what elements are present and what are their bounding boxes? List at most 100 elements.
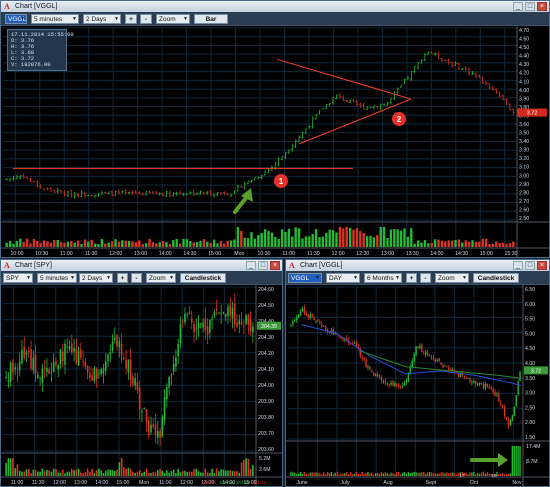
- daily-chart-area[interactable]: 6.50 6.00 5.50 5.00 4.50 4.00 3.50 3.00 2.50 2.00…: [286, 285, 549, 486]
- top-chart-type-button[interactable]: Bar: [194, 14, 228, 24]
- daily-price-chart[interactable]: 6.50 6.00 5.50 5.00 4.50 4.00 3.50 3.00 2.50 2.00…: [286, 285, 549, 487]
- candle-body: [236, 322, 238, 327]
- volume-bar: [321, 236, 325, 247]
- volume-bar: [486, 472, 488, 476]
- minimize-icon[interactable]: _: [513, 261, 523, 270]
- time-axis-label: 10:30: [258, 251, 271, 257]
- daily-chart-type-button[interactable]: Candlestick: [473, 273, 519, 283]
- spy-price-chart[interactable]: 204.60204.50204.40204.30204.20204.10204.…: [1, 285, 282, 487]
- volume-bar: [23, 471, 26, 476]
- daily-zoom-select[interactable]: Zoom: [435, 273, 469, 283]
- volume-bar: [317, 472, 319, 476]
- top-interval-select[interactable]: 5 minutes: [31, 14, 79, 24]
- daily-zoom-out-button[interactable]: -: [420, 273, 431, 283]
- candle-body: [299, 311, 302, 316]
- maximize-icon[interactable]: □: [525, 261, 535, 270]
- price-axis-label: 4.20: [519, 71, 529, 77]
- annotation-label-2: 2: [397, 115, 402, 124]
- top-range-select[interactable]: 2 Days: [83, 14, 121, 24]
- volume-bar: [189, 240, 192, 247]
- candle-body: [70, 343, 73, 353]
- last-price-label: 204.39: [261, 324, 277, 330]
- spy-zoom-out-button[interactable]: -: [131, 273, 142, 283]
- price-axis-label: 204.20: [258, 351, 274, 357]
- top-symbol-select[interactable]: VGGL: [5, 14, 27, 24]
- price-axis-label: 2.60: [519, 207, 529, 213]
- price-axis-label: 3.30: [519, 148, 529, 154]
- volume-bar: [59, 242, 63, 247]
- maximize-icon[interactable]: □: [525, 2, 535, 11]
- spy-interval-select[interactable]: 5 minutes: [37, 273, 77, 283]
- volume-bar: [455, 474, 458, 476]
- close-icon[interactable]: ×: [537, 2, 547, 11]
- maximize-icon[interactable]: □: [258, 261, 268, 270]
- top-chart-area[interactable]: 4.70 4.60 4.50 4.40 4.30 4.20 4.10 4.00 3.90 3.80…: [1, 26, 549, 257]
- volume-bar: [29, 243, 32, 247]
- top-zoom-out-button[interactable]: -: [140, 14, 152, 24]
- daily-interval-select[interactable]: DAY: [326, 273, 360, 283]
- volume-bar: [301, 473, 304, 476]
- volume-bar: [98, 468, 100, 476]
- candle-body: [448, 367, 450, 370]
- annotation-label-1: 1: [279, 177, 284, 186]
- close-icon[interactable]: ×: [537, 261, 547, 270]
- daily-toolbar: VGGL DAY 6 Months + - Zoom Candlestick: [286, 271, 549, 285]
- spy-chart-type-button[interactable]: Candlestick: [180, 273, 226, 283]
- candle-body: [52, 361, 55, 373]
- spy-titlebar[interactable]: A Chart [SPY] _ □ ×: [1, 260, 282, 271]
- candle-body: [463, 376, 465, 378]
- volume-bar: [12, 458, 14, 476]
- volume-bar: [138, 470, 141, 476]
- price-axis-label: 204.30: [258, 335, 274, 341]
- date-label: 16: [491, 473, 497, 479]
- volume-bar: [9, 458, 12, 476]
- volume-bar: [197, 471, 200, 476]
- date-label: 17: [459, 473, 465, 479]
- time-axis-label: Mon: [234, 251, 244, 257]
- volume-bar: [348, 227, 352, 247]
- candle-body: [129, 359, 132, 380]
- candle-body: [159, 431, 161, 438]
- daily-zoom-in-button[interactable]: +: [406, 273, 417, 283]
- candle-body: [409, 366, 411, 373]
- minimize-icon[interactable]: _: [513, 2, 523, 11]
- volume-bar: [423, 239, 427, 247]
- top-zoom-select[interactable]: Zoom: [156, 14, 190, 24]
- spy-zoom-in-button[interactable]: +: [117, 273, 128, 283]
- volume-bar: [311, 234, 314, 247]
- ohlc-info-box: 17.11.2014 15:55:00 O: 3.76 H: 3.76 L: 3…: [7, 29, 74, 71]
- candle-body: [425, 351, 427, 355]
- daily-range-select[interactable]: 6 Months: [364, 273, 402, 283]
- spy-zoom-select[interactable]: Zoom: [146, 273, 176, 283]
- volume-bar: [131, 241, 134, 247]
- volume-bar: [215, 468, 218, 476]
- price-axis-label: 2.70: [519, 199, 529, 205]
- spy-symbol-select[interactable]: SPY: [3, 273, 33, 283]
- time-axis-label: Oct: [470, 480, 479, 486]
- spy-range-select[interactable]: 2 Days: [79, 273, 113, 283]
- candle-body: [25, 352, 28, 355]
- volume-bar: [425, 473, 427, 476]
- volume-bar: [245, 458, 247, 476]
- top-titlebar[interactable]: A Chart [VGGL] _ □ ×: [1, 1, 549, 12]
- volume-bar: [433, 239, 437, 247]
- minimize-icon[interactable]: _: [246, 261, 256, 270]
- green-arrow-head-icon: [498, 453, 508, 467]
- volume-bar: [50, 471, 53, 476]
- daily-symbol-select[interactable]: VGGL: [288, 273, 322, 283]
- volume-bar: [138, 240, 141, 247]
- close-icon[interactable]: ×: [270, 261, 280, 270]
- candle-body: [141, 410, 143, 413]
- spy-chart-area[interactable]: 204.60204.50204.40204.30204.20204.10204.…: [1, 285, 282, 486]
- volume-bar: [118, 462, 121, 476]
- price-axis-label: 203.60: [258, 447, 274, 453]
- price-axis-label: 203.80: [258, 415, 274, 421]
- top-zoom-in-button[interactable]: +: [125, 14, 137, 24]
- top-price-chart[interactable]: 4.704.604.504.404.304.204.104.003.903.80…: [1, 26, 549, 258]
- volume-bar: [299, 472, 302, 476]
- volume-axis-label: 17.4M: [526, 444, 540, 450]
- candle-body: [14, 367, 16, 370]
- daily-titlebar[interactable]: A Chart [VGGL] _ □ ×: [286, 260, 549, 271]
- volume-bar: [104, 243, 107, 247]
- volume-bar: [488, 244, 491, 247]
